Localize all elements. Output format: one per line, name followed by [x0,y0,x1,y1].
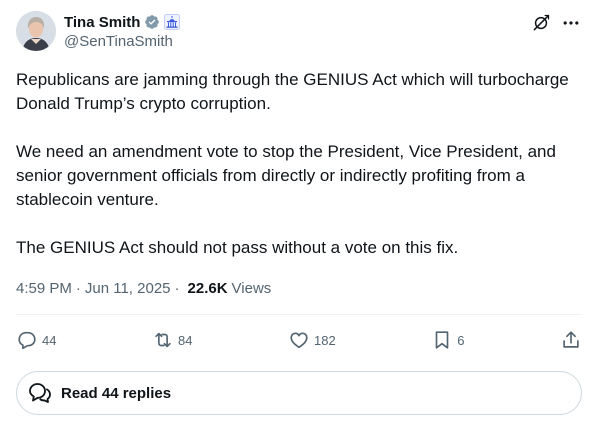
views-count: 22.6K [187,279,228,297]
avatar[interactable] [16,11,56,51]
reply-icon [18,331,36,350]
share-icon [563,331,579,348]
reply-button[interactable]: 44 [16,326,56,354]
tweet-paragraph: The GENIUS Act should not pass without a… [16,238,459,257]
tweet-meta: 4:59 PM · Jun 11, 2025 · 22.6K Views [16,278,271,298]
author-display-name[interactable]: Tina Smith [64,14,140,31]
read-replies-button[interactable]: Read 44 replies [16,371,582,415]
verified-badge-icon [144,14,160,30]
repost-count: 84 [178,332,193,348]
grok-icon[interactable] [530,12,552,34]
action-bar: 44 84 182 6 [16,326,582,354]
bookmark-icon [435,331,449,349]
read-replies-label: Read 44 replies [61,384,172,402]
repost-icon [155,332,171,348]
reply-count: 44 [42,332,57,348]
tweet-time[interactable]: 4:59 PM [16,280,72,297]
conversation-icon [29,383,51,403]
top-actions [530,12,582,34]
more-options-icon[interactable] [560,12,582,34]
meta-separator: · [174,279,180,297]
tweet-paragraph: Republicans are jamming through the GENI… [16,70,569,113]
tweet-date[interactable]: Jun 11, 2025 [85,280,171,297]
meta-separator: · [75,279,81,297]
avatar-image [16,11,56,51]
bookmark-count: 6 [457,332,465,348]
views-label: Views [231,279,272,297]
repost-button[interactable]: 84 [152,326,192,354]
share-button[interactable] [560,326,582,354]
tweet-paragraph: We need an amendment vote to stop the Pr… [16,142,556,209]
author-name-row: Tina Smith [64,12,181,32]
capitol-building-icon[interactable] [164,14,181,30]
divider [16,314,582,315]
bookmark-button[interactable]: 6 [431,326,464,354]
author-handle[interactable]: @SenTinaSmith [64,33,173,50]
heart-icon [290,332,308,349]
tweet-text: Republicans are jamming through the GENI… [16,68,586,260]
like-button[interactable]: 182 [288,326,336,354]
like-count: 182 [314,332,336,348]
